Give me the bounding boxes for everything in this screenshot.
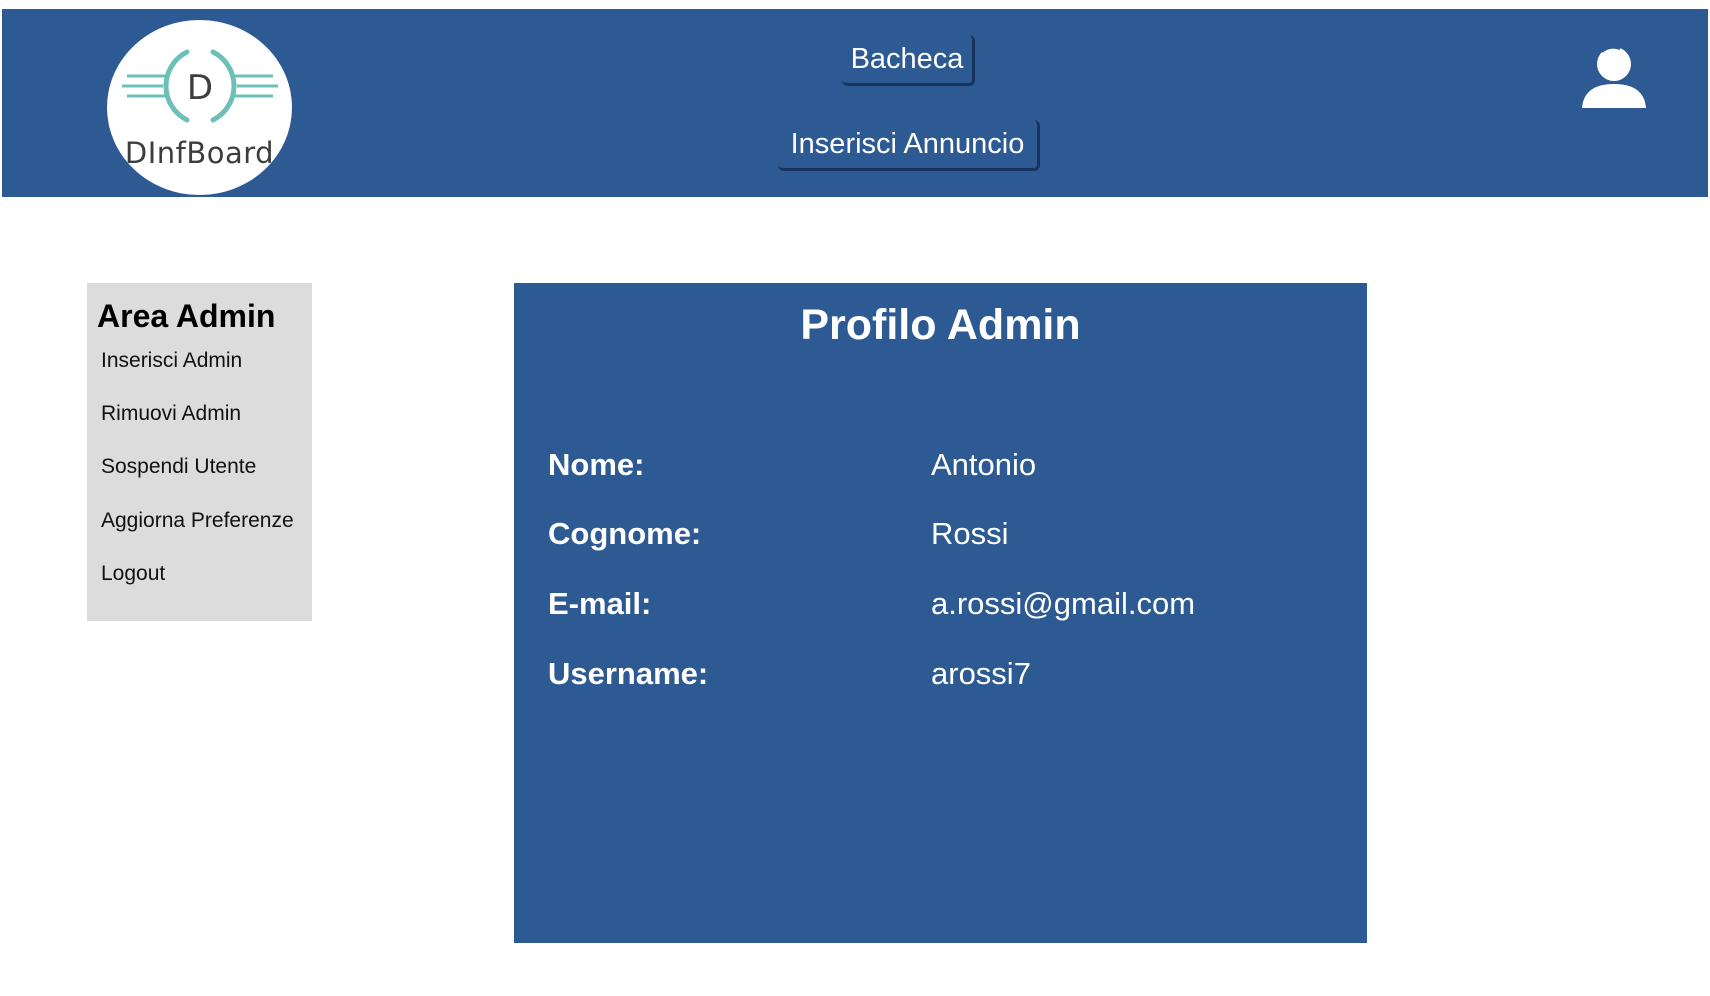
email-value: a.rossi@gmail.com (931, 586, 1196, 621)
top-header: D DInfBoard Bacheca Inserisci Annuncio (2, 9, 1708, 197)
cognome-label: Cognome: (548, 516, 702, 551)
logo-text: DInfBoard (124, 136, 275, 170)
profile-panel: Profilo Admin Nome: Antonio Cognome: Ros… (514, 283, 1367, 943)
sidebar-item-logout[interactable]: Logout (101, 562, 165, 586)
dinfboard-logo[interactable]: D DInfBoard (107, 20, 292, 195)
cognome-value: Rossi (931, 516, 1009, 551)
email-label: E-mail: (548, 586, 652, 621)
sidebar-item-inserisci-admin[interactable]: Inserisci Admin (101, 349, 242, 373)
nome-label: Nome: (548, 447, 645, 482)
sidebar-title: Area Admin (97, 298, 276, 334)
sidebar-item-sospendi-utente[interactable]: Sospendi Utente (101, 455, 256, 479)
bacheca-button[interactable]: Bacheca (842, 35, 975, 86)
nome-value: Antonio (931, 447, 1037, 482)
inserisci-annuncio-button[interactable]: Inserisci Annuncio (778, 120, 1040, 171)
svg-text:D: D (187, 68, 213, 108)
admin-sidebar: Area Admin Inserisci Admin Rimuovi Admin… (87, 283, 312, 621)
user-icon[interactable] (1580, 44, 1648, 112)
sidebar-item-rimuovi-admin[interactable]: Rimuovi Admin (101, 402, 241, 426)
sidebar-item-aggiorna-preferenze[interactable]: Aggiorna Preferenze (101, 509, 294, 533)
profile-title: Profilo Admin (800, 301, 1081, 349)
username-value: arossi7 (931, 656, 1031, 691)
username-label: Username: (548, 656, 709, 691)
